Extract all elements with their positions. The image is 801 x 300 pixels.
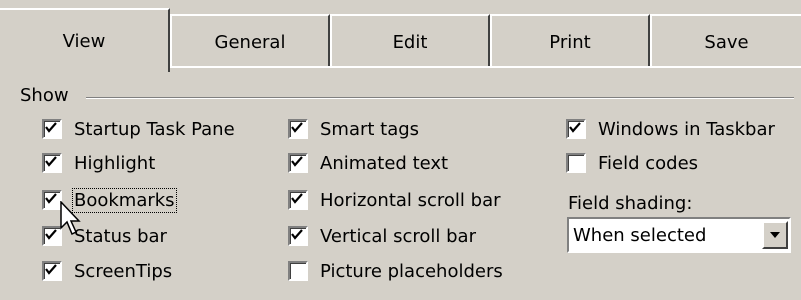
option-label: Bookmarks <box>72 187 177 213</box>
check-icon <box>569 122 581 133</box>
option-label: Animated text <box>320 152 449 174</box>
option-label: Startup Task Pane <box>74 118 235 140</box>
tab-label: General <box>214 31 286 53</box>
group-divider <box>86 97 794 99</box>
option-label: Vertical scroll bar <box>320 225 476 247</box>
check-icon <box>291 122 303 133</box>
check-icon <box>291 229 303 240</box>
checkbox[interactable] <box>42 226 62 246</box>
check-icon <box>45 264 57 275</box>
check-icon <box>45 193 57 204</box>
field-shading-value: When selected <box>573 224 707 246</box>
option-highlight[interactable]: Highlight <box>42 151 155 175</box>
checkbox[interactable] <box>288 261 308 281</box>
option-animated-text[interactable]: Animated text <box>288 151 448 175</box>
tab-label: Save <box>704 31 749 53</box>
check-icon <box>291 156 303 167</box>
option-field-codes[interactable]: Field codes <box>566 151 698 175</box>
option-smart-tags[interactable]: Smart tags <box>288 117 419 141</box>
checkbox[interactable] <box>288 226 308 246</box>
option-screentips[interactable]: ScreenTips <box>42 259 172 283</box>
tab-label: View <box>62 30 106 52</box>
field-shading-select[interactable]: When selected <box>567 217 791 253</box>
dropdown-arrow-icon <box>770 232 780 238</box>
checkbox[interactable] <box>288 119 308 139</box>
dropdown-button[interactable] <box>762 221 788 249</box>
tab-general[interactable]: General <box>170 14 330 68</box>
tab-print[interactable]: Print <box>490 14 650 68</box>
check-icon <box>291 193 303 204</box>
checkbox[interactable] <box>566 153 586 173</box>
tab-save[interactable]: Save <box>650 14 801 68</box>
checkbox[interactable] <box>42 153 62 173</box>
option-label: Horizontal scroll bar <box>320 189 501 211</box>
option-label: Picture placeholders <box>320 260 503 282</box>
group-label-show: Show <box>20 85 77 106</box>
checkbox[interactable] <box>42 119 62 139</box>
option-label: Status bar <box>74 225 167 247</box>
option-label: Highlight <box>74 152 156 174</box>
tab-label: Edit <box>392 31 428 53</box>
checkbox[interactable] <box>288 153 308 173</box>
field-shading-label: Field shading: <box>568 193 693 214</box>
check-icon <box>45 156 57 167</box>
option-startup-task-pane[interactable]: Startup Task Pane <box>42 117 235 141</box>
check-icon <box>45 229 57 240</box>
tab-baseline <box>170 66 801 68</box>
checkbox[interactable] <box>288 190 308 210</box>
option-label: Field codes <box>598 152 699 174</box>
mouse-pointer-icon <box>60 201 81 236</box>
tab-label: Print <box>549 31 591 53</box>
option-label: Windows in Taskbar <box>598 118 775 140</box>
tab-edit[interactable]: Edit <box>330 14 490 68</box>
checkbox[interactable] <box>42 261 62 281</box>
option-vertical-scroll-bar[interactable]: Vertical scroll bar <box>288 224 476 248</box>
option-label: Smart tags <box>320 118 420 140</box>
option-horizontal-scroll-bar[interactable]: Horizontal scroll bar <box>288 188 501 212</box>
check-icon <box>45 122 57 133</box>
option-windows-in-taskbar[interactable]: Windows in Taskbar <box>566 117 775 141</box>
tab-strip: View General Edit Print Save <box>0 0 801 72</box>
option-picture-placeholders[interactable]: Picture placeholders <box>288 259 503 283</box>
checkbox[interactable] <box>42 190 62 210</box>
checkbox[interactable] <box>566 119 586 139</box>
option-label: ScreenTips <box>74 260 173 282</box>
tab-view[interactable]: View <box>0 8 170 72</box>
